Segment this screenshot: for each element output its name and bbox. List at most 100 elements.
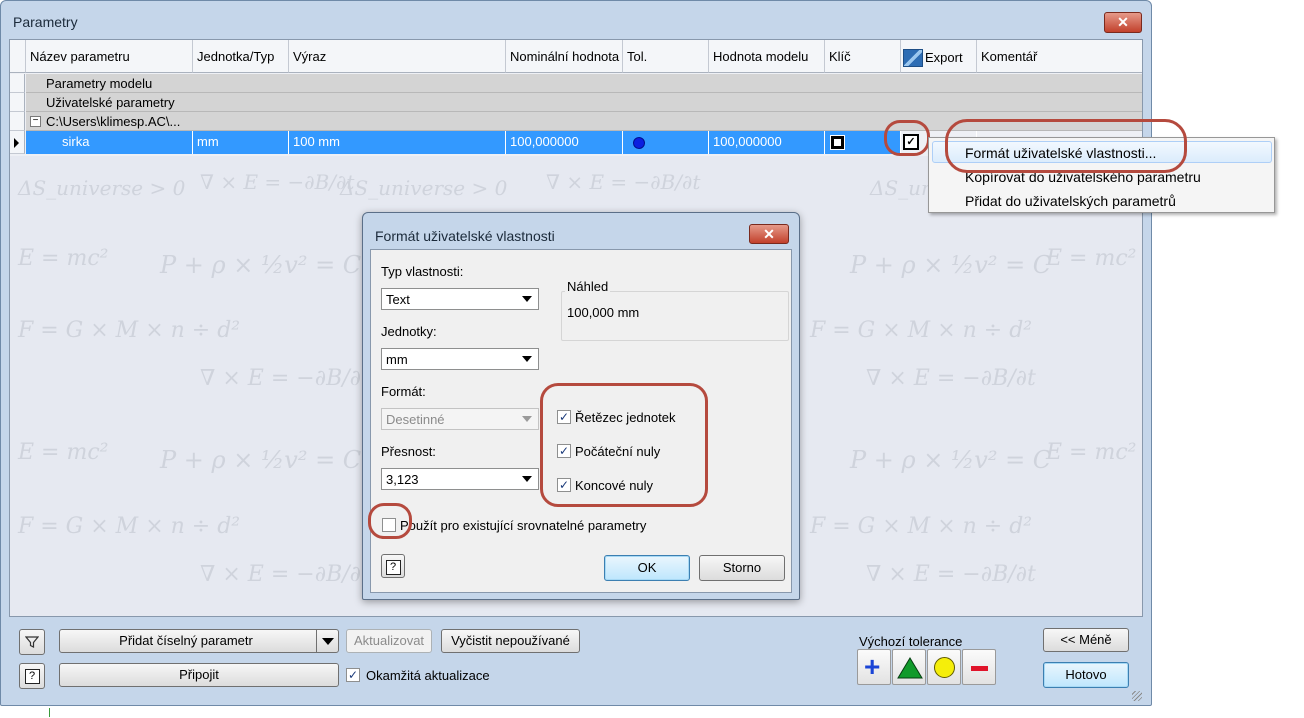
done-button[interactable]: Hotovo [1043, 662, 1129, 688]
chevron-down-icon [522, 356, 532, 362]
background-formula: ΔS_universe > 0 [18, 176, 186, 200]
highlight-ring-menu-item [945, 119, 1187, 173]
cell-nominal[interactable]: 100,000000 [506, 131, 623, 154]
group-row-bg [26, 93, 1142, 112]
background-formula: E = mc² [18, 440, 109, 465]
units-value: mm [386, 352, 408, 367]
column-header-comment[interactable]: Komentář [977, 40, 1142, 73]
format-select: Desetinné [381, 408, 539, 430]
background-formula: ∇ × E = −∂B/∂t [546, 170, 701, 194]
window-title: Parametry [13, 14, 78, 30]
background-formula: E = mc² [18, 246, 109, 271]
chevron-down-icon [522, 296, 532, 302]
group-label: Uživatelské parametry [46, 95, 175, 110]
ok-button[interactable]: OK [604, 555, 690, 581]
row-header-corner [10, 40, 26, 73]
key-checkbox[interactable] [830, 135, 845, 150]
background-formula: ΔS_universe > 0 [340, 176, 508, 200]
row-header [10, 74, 25, 93]
dialog-title: Formát uživatelské vlastnosti [375, 228, 555, 244]
group-label: C:\Users\klimesp.AC\... [46, 114, 181, 129]
group-row-model-parameters[interactable]: Parametry modelu [10, 74, 1142, 93]
background-formula: ∇ × E = −∂B/∂t [200, 562, 370, 587]
add-numeric-parameter-button[interactable]: Přidat číselný parametr [59, 629, 339, 653]
dialog-help-button[interactable]: ? [381, 554, 405, 578]
help-button[interactable]: ? [19, 663, 45, 689]
chevron-down-icon [522, 476, 532, 482]
tolerance-nominal-button[interactable] [927, 649, 961, 685]
add-parameter-dropdown[interactable] [316, 630, 338, 652]
format-value: Desetinné [386, 412, 445, 427]
funnel-icon [24, 636, 40, 648]
format-label: Formát: [381, 384, 426, 399]
background-formula: F = G × M × n ÷ d² [18, 318, 241, 343]
column-header-unit[interactable]: Jednotka/Typ [193, 40, 289, 73]
background-formula: ∇ × E = −∂B/∂t [866, 562, 1036, 587]
row-header [10, 93, 25, 112]
tolerance-upper-button[interactable]: + [857, 649, 891, 685]
property-type-select[interactable]: Text [381, 288, 539, 310]
background-formula: F = G × M × n ÷ d² [18, 514, 241, 539]
background-formula: P + ρ × ½v² = C [850, 251, 1052, 279]
title-bar: Parametry ✕ [1, 1, 1151, 37]
dialog-close-button[interactable]: ✕ [749, 224, 789, 244]
current-row-arrow-icon [14, 138, 19, 148]
tolerance-median-button[interactable] [892, 649, 926, 685]
highlight-ring-checkboxes [540, 383, 708, 507]
background-formula: F = G × M × n ÷ d² [810, 318, 1033, 343]
export-label: Export [925, 50, 963, 65]
cell-model-value[interactable]: 100,000000 [709, 131, 825, 154]
help-icon: ? [24, 669, 40, 684]
menu-item-add-to-user-parameters[interactable]: Přidat do uživatelských parametrů [965, 193, 1176, 209]
cell-tolerance[interactable] [623, 131, 709, 154]
window-close-button[interactable]: ✕ [1104, 12, 1142, 33]
column-header-name[interactable]: Název parametru [26, 40, 193, 73]
background-formula: P + ρ × ½v² = C [160, 251, 362, 279]
immediate-update-label: Okamžitá aktualizace [366, 668, 490, 683]
column-header-nominal[interactable]: Nominální hodnota [506, 40, 623, 73]
add-numeric-label: Přidat číselný parametr [119, 633, 253, 648]
help-icon: ? [385, 560, 401, 575]
column-header-export[interactable]: Export [901, 40, 977, 73]
row-header [10, 112, 25, 131]
apply-existing-label: Použít pro existující srovnatelné parame… [400, 518, 647, 533]
collapse-toggle-icon[interactable]: − [30, 116, 41, 127]
link-button[interactable]: Připojit [59, 663, 339, 687]
filter-button[interactable] [19, 629, 45, 655]
cell-unit[interactable]: mm [193, 131, 289, 154]
resize-grip[interactable] [1132, 691, 1142, 701]
cell-expression[interactable]: 100 mm [289, 131, 506, 154]
property-type-value: Text [386, 292, 410, 307]
cancel-button[interactable]: Storno [699, 555, 785, 581]
chevron-down-icon [522, 416, 532, 422]
background-formula: P + ρ × ½v² = C [160, 446, 362, 474]
column-header-key[interactable]: Klíč [825, 40, 901, 73]
minus-icon [971, 666, 988, 671]
circle-icon [934, 657, 955, 678]
group-row-user-parameters[interactable]: Uživatelské parametry [10, 93, 1142, 112]
triangle-icon [897, 657, 923, 679]
column-header-model-value[interactable]: Hodnota modelu [709, 40, 825, 73]
purge-unused-button[interactable]: Vyčistit nepoužívané [441, 629, 580, 653]
cell-name[interactable]: sirka [26, 131, 193, 154]
default-tolerance-label: Výchozí tolerance [859, 634, 963, 649]
column-header-expression[interactable]: Výraz [289, 40, 506, 73]
column-header-tolerance[interactable]: Tol. [623, 40, 709, 73]
background-formula: E = mc² [1046, 246, 1137, 271]
background-formula: ∇ × E = −∂B/∂t [866, 366, 1036, 391]
less-button[interactable]: << Méně [1043, 628, 1129, 652]
plus-icon: + [864, 651, 881, 682]
background-formula: ∇ × E = −∂B/∂t [200, 366, 370, 391]
preview-value: 100,000 mm [567, 305, 640, 320]
highlight-ring-export [884, 120, 930, 156]
units-select[interactable]: mm [381, 348, 539, 370]
immediate-update-checkbox[interactable]: ✓ [346, 668, 360, 682]
group-row-bg [26, 74, 1142, 93]
highlight-ring-apply-existing [368, 503, 412, 539]
tolerance-lower-button[interactable] [962, 649, 996, 685]
update-button[interactable]: Aktualizovat [346, 629, 432, 653]
units-label: Jednotky: [381, 324, 437, 339]
cursor-artifact [49, 708, 50, 717]
precision-select[interactable]: 3,123 [381, 468, 539, 490]
row-header[interactable] [10, 131, 25, 154]
